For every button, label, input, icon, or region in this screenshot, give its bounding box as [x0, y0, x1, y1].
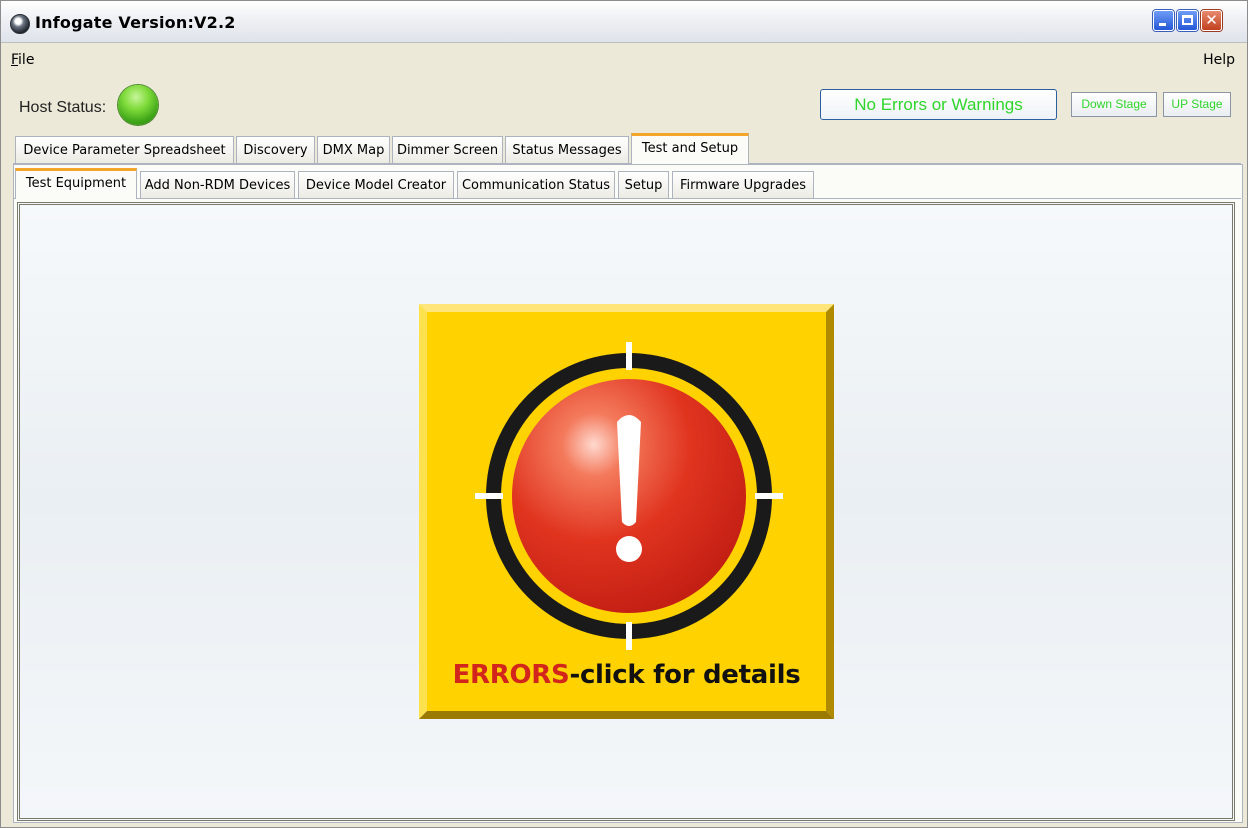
close-button[interactable]: ✕ [1201, 10, 1222, 31]
up-stage-button[interactable]: UP Stage [1163, 92, 1231, 117]
app-globe-icon[interactable] [10, 14, 30, 34]
down-stage-button[interactable]: Down Stage [1071, 92, 1157, 117]
error-badge-graphic [419, 304, 834, 719]
errors-details-button[interactable]: ERRORS-click for details [419, 304, 834, 719]
tab-firmware-upgrades[interactable]: Firmware Upgrades [672, 171, 814, 198]
errors-word: ERRORS [452, 660, 570, 690]
tab-communication-status[interactable]: Communication Status [457, 171, 615, 198]
menu-file-label: ile [18, 52, 35, 68]
tab-discovery[interactable]: Discovery [236, 136, 315, 163]
errors-badge-label: ERRORS-click for details [419, 660, 834, 690]
tab-device-parameter-spreadsheet[interactable]: Device Parameter Spreadsheet [15, 136, 234, 163]
menu-file[interactable]: File [11, 52, 34, 68]
title-bar[interactable]: Infogate Version:V2.2 ✕ [1, 1, 1247, 43]
window-title: Infogate Version:V2.2 [35, 13, 236, 32]
tab-device-model-creator[interactable]: Device Model Creator [298, 171, 454, 198]
maximize-button[interactable] [1177, 10, 1198, 31]
tab-status-messages[interactable]: Status Messages [505, 136, 629, 163]
menu-help[interactable]: Help [1203, 52, 1235, 68]
tab-test-and-setup[interactable]: Test and Setup [631, 133, 749, 164]
menu-file-mnemonic: F [11, 52, 19, 68]
app-window: Infogate Version:V2.2 ✕ File Help Host S… [0, 0, 1248, 828]
errors-warnings-button[interactable]: No Errors or Warnings [820, 89, 1057, 120]
host-status-indicator-icon [118, 85, 158, 125]
minimize-icon [1159, 23, 1166, 26]
maximize-icon [1182, 15, 1193, 25]
click-for-details-text: -click for details [569, 660, 801, 690]
tab-dimmer-screen[interactable]: Dimmer Screen [392, 136, 503, 163]
menu-bar: File Help [1, 43, 1247, 75]
tab-dmx-map[interactable]: DMX Map [317, 136, 390, 163]
tab-setup[interactable]: Setup [618, 171, 669, 198]
tab-add-non-rdm-devices[interactable]: Add Non-RDM Devices [140, 171, 295, 198]
tab-test-equipment[interactable]: Test Equipment [15, 168, 137, 199]
host-status-label: Host Status: [19, 99, 107, 116]
close-icon: ✕ [1205, 11, 1218, 29]
minimize-button[interactable] [1153, 10, 1174, 31]
